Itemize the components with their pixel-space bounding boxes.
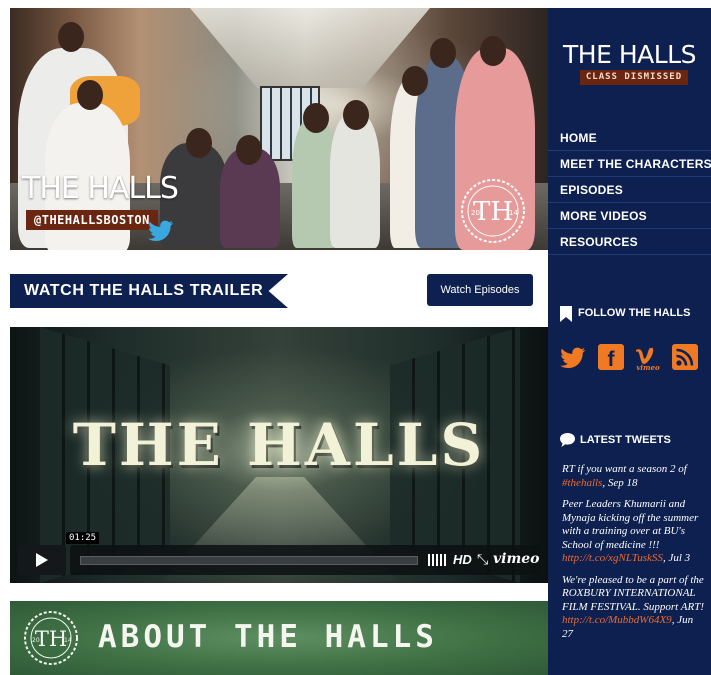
site-logo-subtitle: CLASS DISMISSED <box>580 70 688 85</box>
tweet-link[interactable]: #thehalls <box>562 477 602 489</box>
time-tooltip: 01:25 <box>66 532 100 544</box>
play-button[interactable] <box>18 545 66 575</box>
latest-tweets-label: LATEST TWEETS <box>580 434 671 446</box>
tweet-item: Peer Leaders Khumarii and Mynaja kicking… <box>562 498 706 566</box>
cast-head <box>480 36 506 66</box>
social-links: f vimeo <box>560 344 710 372</box>
svg-text:vimeo: vimeo <box>636 363 660 370</box>
nav-item-meet-the-characters[interactable]: MEET THE CHARACTERS <box>548 151 711 177</box>
trailer-video-player[interactable]: THE HALLS 01:25 HD ⤡ vimeo <box>10 327 548 583</box>
twitter-handle[interactable]: @THEHALLSBOSTON <box>26 210 158 230</box>
tweet-link[interactable]: http://t.co/MubbdW64X9 <box>562 614 672 626</box>
svg-text:14: 14 <box>509 209 518 217</box>
cast-head <box>430 38 456 68</box>
cast-head <box>402 66 428 96</box>
follow-heading: FOLLOW THE HALLS <box>560 306 710 322</box>
facebook-icon[interactable]: f <box>598 344 624 370</box>
tweet-link[interactable]: http://t.co/xgNLTuskSS <box>562 552 663 564</box>
nav-item-home[interactable]: HOME <box>548 125 711 151</box>
vimeo-logo[interactable]: vimeo <box>493 551 540 567</box>
bookmark-icon <box>560 306 572 322</box>
trailer-heading: WATCH THE HALLS TRAILER <box>10 274 288 308</box>
tweet-text: We're pleased to be a part of the ROXBUR… <box>562 573 704 613</box>
tweet-date: , Jul 3 <box>662 552 691 564</box>
svg-text:f: f <box>608 348 616 370</box>
svg-text:20: 20 <box>32 637 40 644</box>
control-bar: HD ⤡ vimeo <box>70 545 540 575</box>
watch-episodes-button[interactable]: Watch Episodes <box>427 274 533 306</box>
tweet-text: RT if you want a season 2 of <box>562 463 687 475</box>
tweet-list: RT if you want a season 2 of #thehalls, … <box>562 463 706 649</box>
fullscreen-icon[interactable]: ⤡ <box>477 551 488 568</box>
tweet-date: , Sep 18 <box>602 476 638 489</box>
cast-head <box>303 103 329 133</box>
svg-text:14: 14 <box>64 637 72 644</box>
hd-toggle[interactable]: HD <box>453 552 472 567</box>
svg-text:20: 20 <box>471 209 480 217</box>
main-content: THE HALLS @THEHALLSBOSTON TH 20 14 WATCH… <box>10 8 548 675</box>
play-icon <box>36 553 48 567</box>
halls-seal-logo: TH 20 14 <box>461 179 525 243</box>
tweet-item: RT if you want a season 2 of #thehalls, … <box>562 463 706 490</box>
follow-label: FOLLOW THE HALLS <box>578 307 691 319</box>
cast-head <box>236 135 262 165</box>
rss-icon[interactable] <box>672 344 698 370</box>
cast-head <box>77 80 103 110</box>
hallway-ceiling <box>190 8 430 88</box>
nav-item-resources[interactable]: RESOURCES <box>548 229 711 255</box>
trailer-header: WATCH THE HALLS TRAILER Watch Episodes <box>10 274 548 308</box>
about-banner[interactable]: TH 20 14 ABOUT THE HALLS <box>10 601 548 675</box>
video-controls: 01:25 HD ⤡ vimeo <box>18 532 540 575</box>
nav-item-episodes[interactable]: EPISODES <box>548 177 711 203</box>
volume-icon[interactable] <box>428 554 446 566</box>
nav-item-more-videos[interactable]: MORE VIDEOS <box>548 203 711 229</box>
video-title: THE HALLS <box>72 411 486 479</box>
twitter-icon[interactable] <box>560 344 586 370</box>
cast-head <box>186 128 212 158</box>
trailer-heading-text: WATCH THE HALLS TRAILER <box>24 282 264 299</box>
sidebar: THE HALLS CLASS DISMISSED HOME MEET THE … <box>548 8 711 675</box>
progress-bar[interactable] <box>80 556 418 565</box>
about-title: ABOUT THE HALLS <box>98 619 438 655</box>
cast-head <box>58 22 84 52</box>
latest-tweets-heading: LATEST TWEETS <box>560 433 710 449</box>
halls-seal-logo: TH 20 14 <box>24 611 78 665</box>
tweet-text: Peer Leaders Khumarii and Mynaja kicking… <box>562 498 699 551</box>
speech-bubble-icon <box>560 433 575 447</box>
cast-head <box>343 100 369 130</box>
site-logo-title[interactable]: THE HALLS <box>548 40 711 69</box>
vimeo-icon[interactable]: vimeo <box>632 344 664 370</box>
svg-text:TH: TH <box>35 627 67 651</box>
hero-title: THE HALLS <box>22 171 179 206</box>
twitter-bird-icon[interactable] <box>148 220 174 242</box>
hero-banner: THE HALLS @THEHALLSBOSTON TH 20 14 <box>10 8 548 250</box>
cast-member <box>330 113 380 248</box>
main-nav: HOME MEET THE CHARACTERS EPISODES MORE V… <box>548 125 711 255</box>
tweet-item: We're pleased to be a part of the ROXBUR… <box>562 574 706 642</box>
